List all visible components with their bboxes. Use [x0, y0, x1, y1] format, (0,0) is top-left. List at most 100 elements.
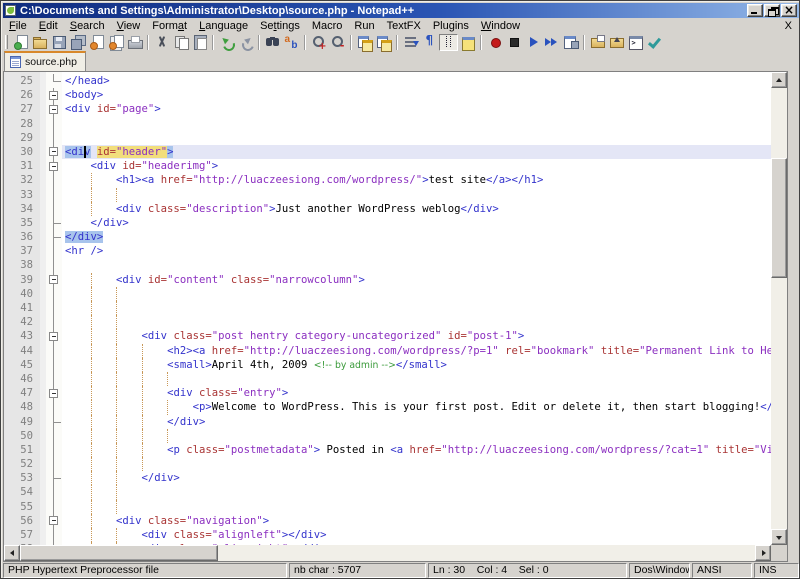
toolbar-save-file-button[interactable]	[49, 34, 68, 51]
menu-item-window[interactable]: Window	[475, 20, 526, 32]
code-line-53[interactable]: 53 </div>	[4, 471, 771, 485]
toolbar-show-indent-guide-button[interactable]	[439, 34, 458, 51]
toolbar-sync-horizontal-scroll-button[interactable]	[374, 34, 393, 51]
close-button[interactable]	[781, 4, 797, 17]
code-line-32[interactable]: 32 <h1><a href="http://luaczeesiong.com/…	[4, 173, 771, 187]
fold-collapse-icon[interactable]	[49, 332, 58, 341]
code-line-43[interactable]: 43 <div class="post hentry category-unca…	[4, 329, 771, 343]
toolbar-find-button[interactable]	[263, 34, 282, 51]
code-line-49[interactable]: 49 </div>	[4, 415, 771, 429]
horizontal-scrollbar[interactable]	[4, 545, 771, 561]
toolbar-open-current-folder-button[interactable]	[607, 34, 626, 51]
menu-item-language[interactable]: Language	[193, 20, 254, 32]
code-line-51[interactable]: 51 <p class="postmetadata"> Posted in <a…	[4, 443, 771, 457]
vertical-scrollbar[interactable]	[771, 72, 787, 545]
code-line-54[interactable]: 54	[4, 485, 771, 499]
menu-item-edit[interactable]: Edit	[33, 20, 64, 32]
code-line-39[interactable]: 39 <div id="content" class="narrowcolumn…	[4, 273, 771, 287]
toolbar-close-all-button[interactable]	[106, 34, 125, 51]
minimize-button[interactable]	[747, 4, 763, 17]
fold-cell[interactable]	[46, 88, 62, 102]
menu-item-run[interactable]: Run	[348, 20, 380, 32]
toolbar-macro-record-button[interactable]	[485, 34, 504, 51]
fold-cell[interactable]	[46, 273, 62, 287]
menu-item-macro[interactable]: Macro	[306, 20, 349, 32]
code-line-29[interactable]: 29	[4, 131, 771, 145]
toolbar-save-all-button[interactable]	[68, 34, 87, 51]
code-line-33[interactable]: 33	[4, 188, 771, 202]
code-line-45[interactable]: 45 <small>April 4th, 2009 <!-- by admin …	[4, 358, 771, 372]
code-line-41[interactable]: 41	[4, 301, 771, 315]
vscroll-up-arrow[interactable]	[771, 72, 787, 88]
code-line-35[interactable]: 35 </div>	[4, 216, 771, 230]
code-line-57[interactable]: 57 <div class="alignleft"></div>	[4, 528, 771, 542]
toolbar-undo-button[interactable]	[217, 34, 236, 51]
menu-item-file[interactable]: File	[3, 20, 33, 32]
tab-source-php[interactable]: source.php	[4, 51, 86, 71]
fold-collapse-icon[interactable]	[49, 147, 58, 156]
code-line-36[interactable]: 36</div>	[4, 230, 771, 244]
toolbar-show-all-chars-button[interactable]	[420, 34, 439, 51]
toolbar-redo-button[interactable]	[236, 34, 255, 51]
hscroll-left-arrow[interactable]	[4, 545, 20, 561]
code-line-40[interactable]: 40	[4, 287, 771, 301]
restore-button[interactable]	[764, 4, 780, 17]
fold-collapse-icon[interactable]	[49, 389, 58, 398]
code-area[interactable]: 25</head>26<body>27<div id="page">282930…	[4, 72, 771, 545]
code-line-25[interactable]: 25</head>	[4, 74, 771, 88]
toolbar-console-button[interactable]	[626, 34, 645, 51]
code-line-38[interactable]: 38	[4, 258, 771, 272]
toolbar-new-file-button[interactable]	[11, 34, 30, 51]
menu-item-plugins[interactable]: Plugins	[427, 20, 475, 32]
toolbar-sync-vertical-scroll-button[interactable]	[355, 34, 374, 51]
code-line-55[interactable]: 55	[4, 500, 771, 514]
toolbar-close-file-button[interactable]	[87, 34, 106, 51]
toolbar-macro-play-button[interactable]	[523, 34, 542, 51]
code-line-30[interactable]: 30<div id="header">	[4, 145, 771, 159]
toolbar-cut-button[interactable]	[152, 34, 171, 51]
toolbar-macro-run-multiple-button[interactable]	[542, 34, 561, 51]
code-line-46[interactable]: 46	[4, 372, 771, 386]
toolbar-paste-button[interactable]	[190, 34, 209, 51]
close-document-button[interactable]: X	[778, 20, 799, 32]
menu-item-textfx[interactable]: TextFX	[381, 20, 427, 32]
menu-item-format[interactable]: Format	[146, 20, 193, 32]
toolbar-open-file-button[interactable]	[30, 34, 49, 51]
fold-collapse-icon[interactable]	[49, 162, 58, 171]
toolbar-grip[interactable]	[5, 35, 8, 49]
hscroll-right-arrow[interactable]	[755, 545, 771, 561]
fold-cell[interactable]	[46, 145, 62, 159]
code-line-47[interactable]: 47 <div class="entry">	[4, 386, 771, 400]
fold-cell[interactable]	[46, 386, 62, 400]
toolbar-macro-stop-button[interactable]	[504, 34, 523, 51]
hscroll-thumb[interactable]	[20, 545, 218, 561]
code-line-48[interactable]: 48 <p>Welcome to WordPress. This is your…	[4, 400, 771, 414]
code-line-28[interactable]: 28	[4, 117, 771, 131]
code-line-50[interactable]: 50	[4, 429, 771, 443]
fold-cell[interactable]	[46, 159, 62, 173]
menu-item-settings[interactable]: Settings	[254, 20, 306, 32]
menu-item-search[interactable]: Search	[64, 20, 111, 32]
toolbar-copy-button[interactable]	[171, 34, 190, 51]
toolbar-user-defined-dialog-button[interactable]	[458, 34, 477, 51]
fold-collapse-icon[interactable]	[49, 91, 58, 100]
menu-item-view[interactable]: View	[111, 20, 147, 32]
code-line-56[interactable]: 56 <div class="navigation">	[4, 514, 771, 528]
toolbar-zoom-out-button[interactable]	[328, 34, 347, 51]
code-line-27[interactable]: 27<div id="page">	[4, 102, 771, 116]
toolbar-macro-save-button[interactable]	[561, 34, 580, 51]
fold-collapse-icon[interactable]	[49, 105, 58, 114]
toolbar-print-button[interactable]	[125, 34, 144, 51]
fold-cell[interactable]	[46, 102, 62, 116]
code-line-26[interactable]: 26<body>	[4, 88, 771, 102]
vscroll-down-arrow[interactable]	[771, 529, 787, 545]
toolbar-spell-check-button[interactable]	[645, 34, 664, 51]
code-line-37[interactable]: 37<hr />	[4, 244, 771, 258]
toolbar-explorer-button[interactable]	[588, 34, 607, 51]
fold-cell[interactable]	[46, 514, 62, 528]
code-line-34[interactable]: 34 <div class="description">Just another…	[4, 202, 771, 216]
toolbar-replace-button[interactable]	[282, 34, 301, 51]
code-line-52[interactable]: 52	[4, 457, 771, 471]
fold-collapse-icon[interactable]	[49, 516, 58, 525]
toolbar-word-wrap-button[interactable]	[401, 34, 420, 51]
